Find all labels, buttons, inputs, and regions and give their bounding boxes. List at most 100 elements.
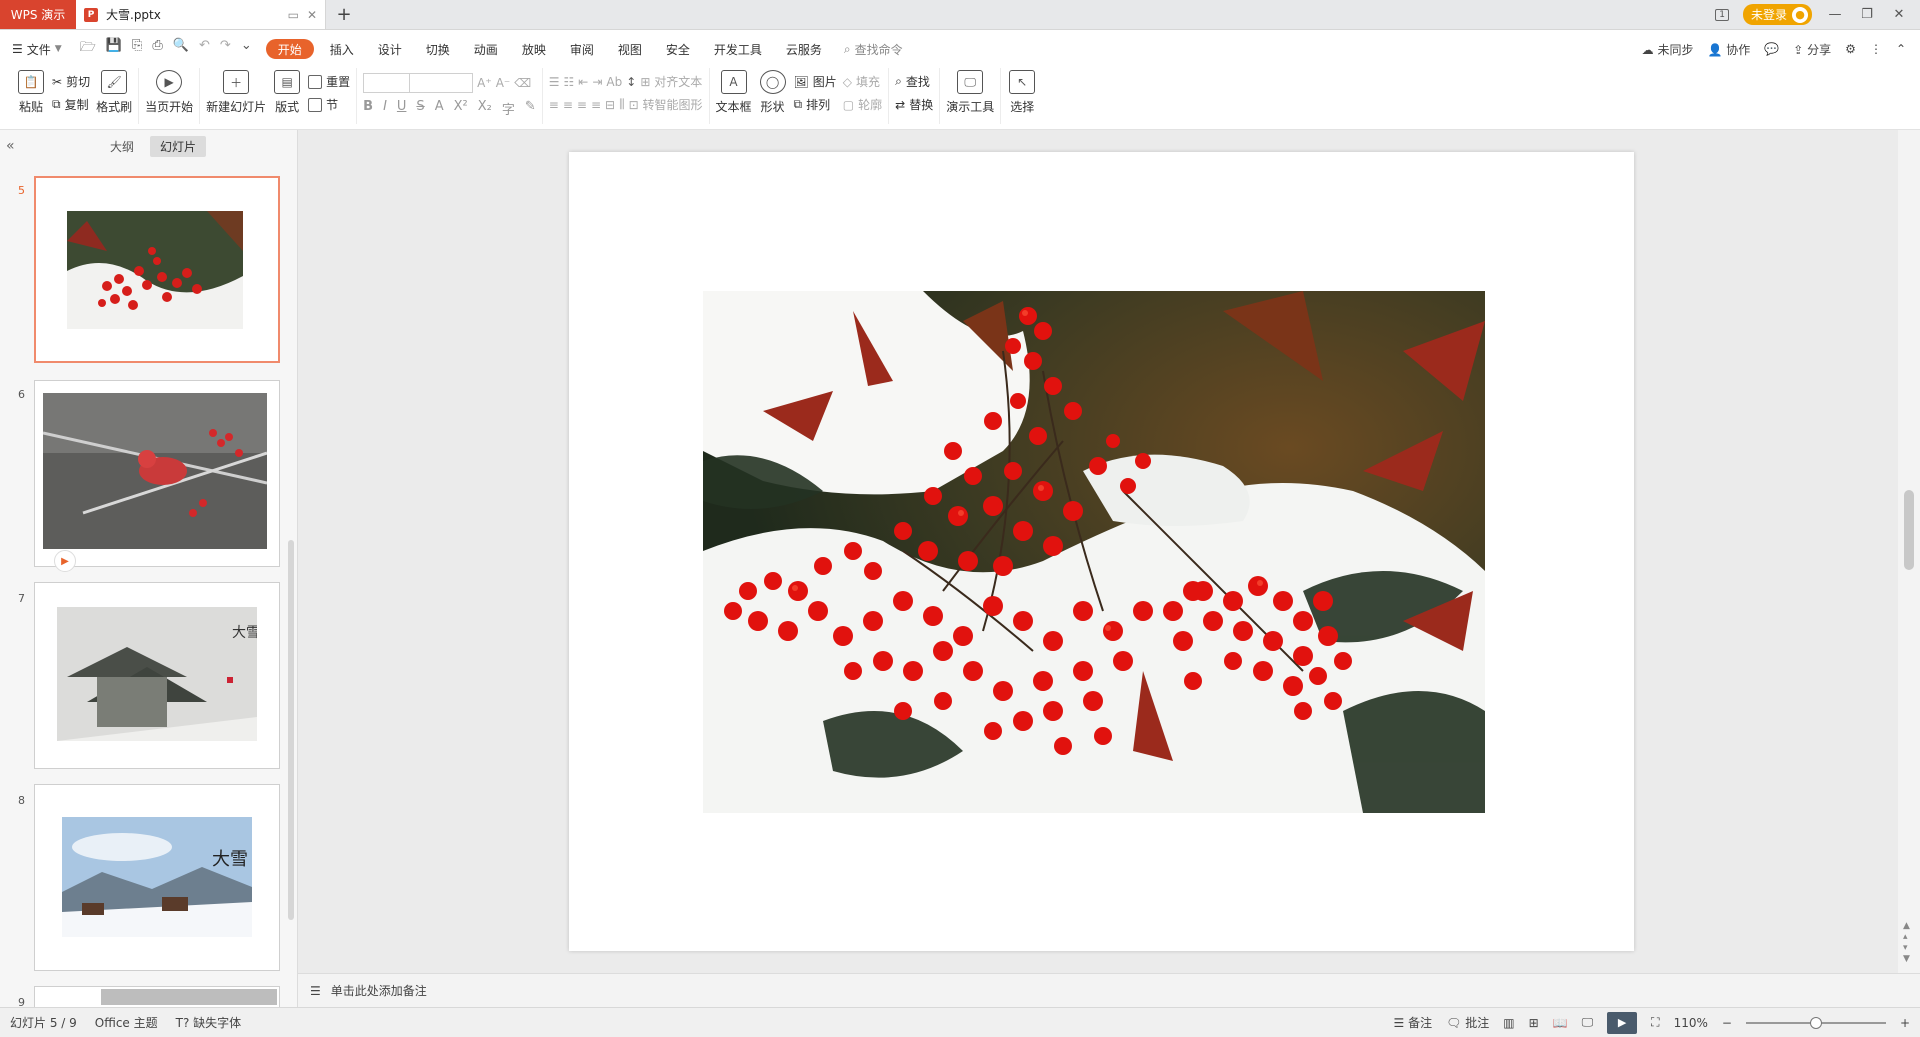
zoom-slider[interactable]: [1745, 1016, 1886, 1029]
thumbnail-scrollbar[interactable]: [288, 540, 294, 920]
align-left-icon[interactable]: ≡: [549, 98, 559, 112]
layout-button[interactable]: ▤ 版式: [272, 70, 302, 115]
select-button[interactable]: ↖ 选择: [1007, 70, 1037, 115]
collapse-panel-icon[interactable]: «: [6, 138, 15, 154]
slide-sorter-icon[interactable]: ⊞: [1529, 1016, 1539, 1030]
slide-thumbnail-6[interactable]: [34, 380, 280, 567]
open-folder-icon[interactable]: 🗁: [80, 38, 96, 60]
pin-tab-icon[interactable]: ▭: [288, 8, 299, 22]
print-icon[interactable]: ⎙: [152, 38, 162, 60]
tab-view[interactable]: 视图: [606, 39, 654, 59]
reading-view-icon[interactable]: 📖: [1553, 1016, 1568, 1030]
presenter-view-icon[interactable]: 🖵: [1582, 1015, 1594, 1030]
smart-art-button[interactable]: ⊡ 转智能图形: [629, 96, 703, 113]
fit-window-icon[interactable]: ⛶: [1651, 1015, 1659, 1030]
tab-animations[interactable]: 动画: [462, 39, 510, 59]
subscript-icon[interactable]: X₂: [478, 99, 492, 118]
tab-slides[interactable]: 幻灯片: [150, 135, 207, 157]
find-button[interactable]: ⌕ 查找: [895, 73, 933, 90]
page-nav-arrows-icon[interactable]: ▲ ▴ ▾ ▼: [1903, 921, 1910, 965]
highlight-icon[interactable]: ✎: [525, 99, 536, 118]
align-text-button[interactable]: ⊞ 对齐文本: [640, 73, 702, 90]
columns-icon[interactable]: ⫼: [619, 97, 625, 112]
new-tab-button[interactable]: +: [326, 0, 362, 29]
shape-button[interactable]: ◯ 形状: [758, 70, 788, 115]
notes-pane[interactable]: ☰ 单击此处添加备注: [298, 973, 1920, 1007]
fill-button[interactable]: ◇ 填充: [843, 73, 882, 90]
replace-button[interactable]: ⇄ 替换: [895, 96, 933, 113]
format-painter-button[interactable]: 🖌 格式刷: [96, 70, 132, 115]
scroll-thumb[interactable]: [1904, 490, 1914, 570]
text-direction-icon[interactable]: Ab: [606, 75, 622, 89]
slide-thumbnail-8[interactable]: 大雪: [34, 784, 280, 971]
tab-insert[interactable]: 插入: [318, 39, 366, 59]
copy-button[interactable]: ⧉ 复制: [52, 96, 90, 113]
canvas-vertical-scrollbar[interactable]: ▲ ▴ ▾ ▼: [1898, 130, 1920, 973]
outline-button[interactable]: ▢ 轮廓: [843, 96, 882, 113]
paste-button[interactable]: 📋 粘贴: [16, 70, 46, 115]
play-from-current-button[interactable]: ▶ 当页开始: [145, 70, 193, 115]
grow-font-icon[interactable]: A⁺: [477, 76, 492, 90]
close-tab-icon[interactable]: ✕: [307, 8, 317, 22]
distribute-icon[interactable]: ⊟: [605, 98, 615, 112]
notes-toggle-button[interactable]: ☰ 备注: [1394, 1014, 1433, 1031]
tab-home[interactable]: 开始: [265, 39, 314, 59]
tab-review[interactable]: 审阅: [558, 39, 606, 59]
text-box-button[interactable]: A 文本框: [716, 70, 752, 115]
font-color-icon[interactable]: A: [435, 99, 444, 118]
cut-button[interactable]: ✂ 剪切: [52, 73, 90, 90]
normal-view-icon[interactable]: ▥: [1503, 1016, 1514, 1030]
numbering-icon[interactable]: ☷: [564, 75, 575, 89]
align-right-icon[interactable]: ≡: [577, 98, 587, 112]
export-icon[interactable]: ⎘: [132, 38, 142, 60]
share-button[interactable]: ⇪ 分享: [1793, 41, 1831, 58]
arrange-button[interactable]: ⧉ 排列: [794, 96, 837, 113]
slide-photo[interactable]: [703, 291, 1485, 813]
zoom-level[interactable]: 110%: [1674, 1016, 1708, 1030]
command-search[interactable]: ⌕ 查找命令: [844, 41, 903, 58]
underline-icon[interactable]: U: [397, 99, 407, 118]
increase-indent-icon[interactable]: ⇥: [592, 75, 602, 89]
save-icon[interactable]: 💾: [106, 38, 122, 60]
tab-security[interactable]: 安全: [654, 39, 702, 59]
decrease-indent-icon[interactable]: ⇤: [578, 75, 588, 89]
slideshow-play-button[interactable]: ▶: [1607, 1011, 1638, 1034]
missing-font-button[interactable]: T? 缺失字体: [176, 1014, 242, 1031]
slide-thumbnail-5[interactable]: [34, 176, 280, 363]
document-tab[interactable]: P 大雪.pptx ▭ ✕: [76, 0, 326, 29]
section-button[interactable]: 节: [308, 96, 350, 113]
strikethrough-icon[interactable]: S: [416, 99, 424, 118]
animation-play-icon[interactable]: ▶: [54, 550, 76, 572]
collapse-ribbon-icon[interactable]: ⌃: [1896, 42, 1906, 56]
font-family-select[interactable]: [363, 73, 474, 93]
zoom-out-icon[interactable]: −: [1722, 1016, 1732, 1030]
login-button[interactable]: 未登录 ●: [1742, 4, 1812, 25]
superscript-icon[interactable]: X²: [454, 99, 468, 118]
close-window-icon[interactable]: ✕: [1890, 7, 1908, 22]
reset-button[interactable]: 重置: [308, 73, 350, 90]
shrink-font-icon[interactable]: A⁻: [496, 76, 511, 90]
redo-icon[interactable]: ↷: [220, 38, 231, 60]
multi-window-icon[interactable]: 1: [1715, 8, 1729, 21]
zoom-slider-knob[interactable]: [1809, 1016, 1822, 1029]
align-center-icon[interactable]: ≡: [563, 98, 573, 112]
tab-developer[interactable]: 开发工具: [702, 39, 774, 59]
line-spacing-icon[interactable]: ↕: [626, 75, 636, 89]
slide-thumbnail-9[interactable]: [34, 986, 280, 1007]
tab-slideshow[interactable]: 放映: [510, 39, 558, 59]
settings-gear-icon[interactable]: ⚙: [1845, 42, 1856, 56]
app-tab[interactable]: WPS 演示: [0, 0, 76, 29]
italic-icon[interactable]: I: [383, 99, 387, 118]
undo-icon[interactable]: ↶: [199, 38, 210, 60]
more-icon[interactable]: ⋮: [1870, 42, 1882, 56]
customize-chevron-icon[interactable]: ⌄: [241, 38, 252, 60]
collaborate-button[interactable]: 👤 协作: [1708, 41, 1751, 58]
new-slide-button[interactable]: ＋ 新建幻灯片: [206, 70, 266, 115]
comment-icon[interactable]: 💬: [1764, 42, 1779, 56]
tab-transitions[interactable]: 切换: [414, 39, 462, 59]
zoom-in-icon[interactable]: +: [1900, 1016, 1910, 1030]
theme-name[interactable]: Office 主题: [95, 1014, 158, 1031]
minimize-icon[interactable]: —: [1826, 7, 1844, 22]
clear-format-icon[interactable]: ⌫: [514, 76, 531, 90]
slide-thumbnail-7[interactable]: 大雪: [34, 582, 280, 769]
